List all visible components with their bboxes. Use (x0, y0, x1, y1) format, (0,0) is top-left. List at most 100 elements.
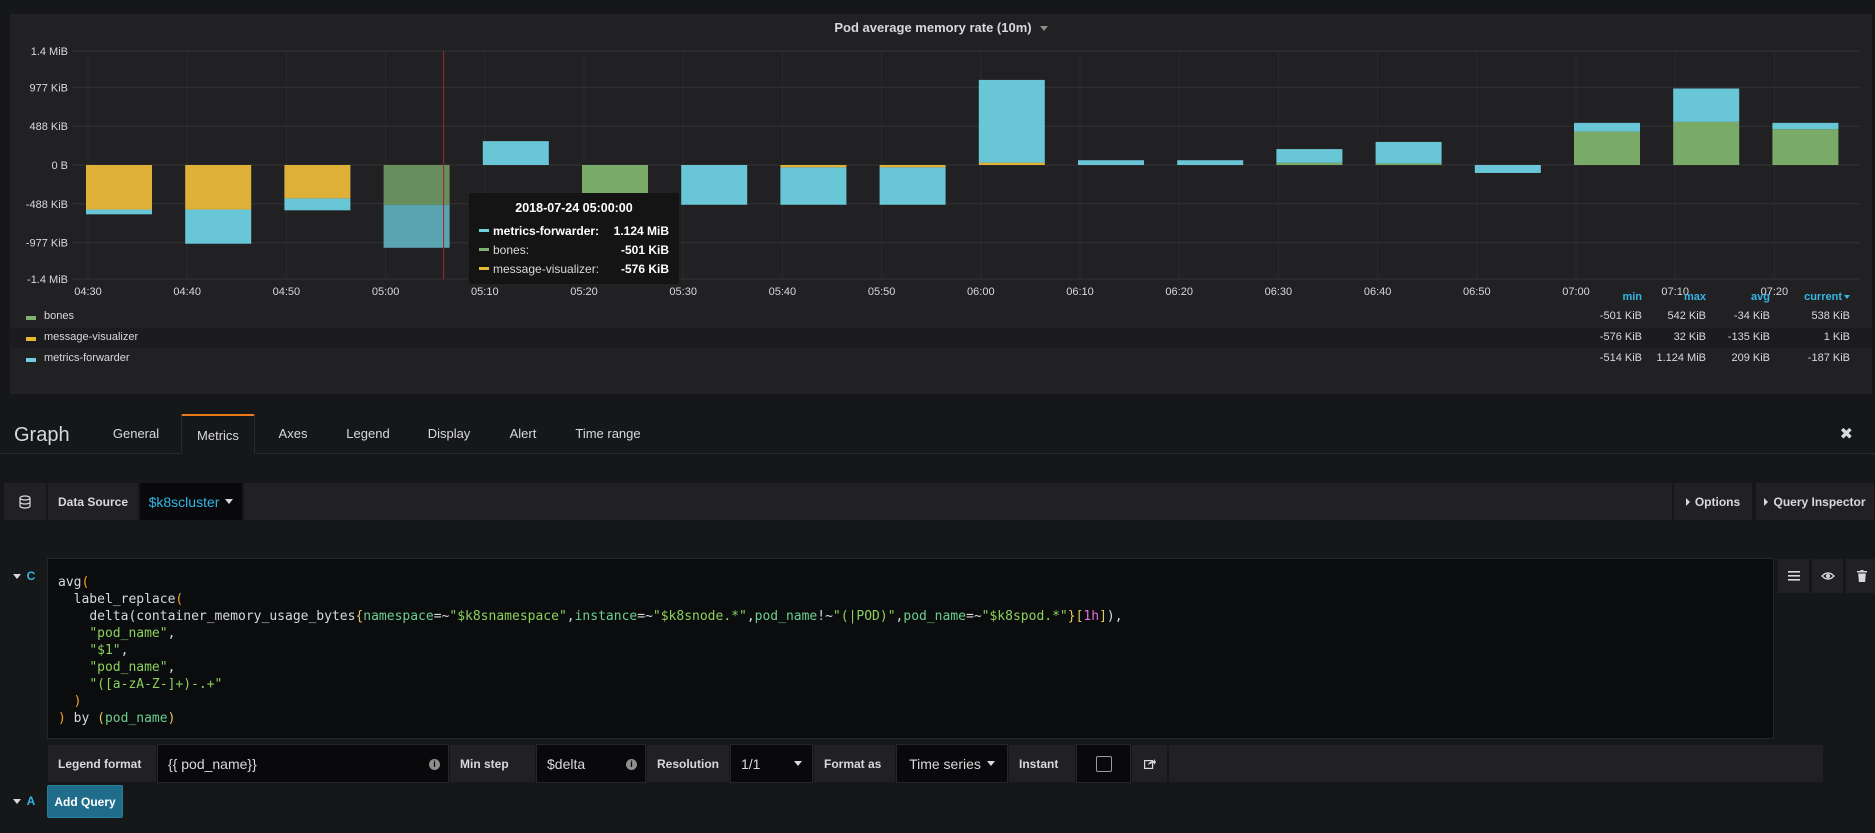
bar-bones[interactable] (383, 165, 450, 205)
legend-series-metrics-forwarder[interactable]: metrics-forwarder -514 KiB 1.124 MiB 209 Ki… (10, 349, 1872, 369)
bar-metrics-forwarder[interactable] (86, 209, 152, 215)
bar-metrics-forwarder[interactable] (383, 204, 450, 248)
add-query-button[interactable]: Add Query (47, 785, 123, 818)
bar-metrics-forwarder[interactable] (1772, 122, 1839, 130)
share-icon[interactable] (1131, 744, 1168, 783)
caret-down-icon (225, 499, 234, 504)
bar-message-visualizer[interactable] (86, 165, 152, 210)
instant-checkbox-wrap[interactable] (1076, 744, 1131, 783)
bar-metrics-forwarder[interactable] (681, 165, 748, 205)
legend-current-value: 538 KiB (1811, 310, 1850, 322)
legend-avg-value: -34 KiB (1733, 310, 1770, 322)
legend-max-value: 1.124 MiB (1656, 352, 1706, 364)
query-inspector-button[interactable]: Query Inspector (1755, 482, 1875, 521)
bar-metrics-forwarder[interactable] (284, 198, 351, 211)
bar-metrics-forwarder[interactable] (780, 167, 847, 205)
x-tick-label: 05:50 (868, 286, 896, 298)
bar-metrics-forwarder[interactable] (482, 141, 549, 165)
bar-metrics-forwarder[interactable] (1276, 149, 1343, 163)
legend-header-max[interactable]: max (1661, 291, 1706, 303)
x-axis: 04:30 04:40 04:50 05:00 05:10 05:20 05:30 05:40… (74, 286, 1788, 298)
series-swatch[interactable] (26, 337, 36, 341)
tooltip-row: message-visualizer: -576 KiB (479, 259, 669, 278)
tab-general[interactable]: General (100, 414, 172, 454)
bar-metrics-forwarder[interactable] (879, 167, 946, 205)
datasource-select[interactable]: $k8scluster (139, 482, 243, 521)
query-collapse-toggle[interactable]: C (4, 558, 44, 594)
chart-area[interactable]: 1.4 MiB 977 KiB 488 KiB 0 B -488 KiB -977 KiB… (10, 14, 1872, 304)
bar-metrics-forwarder[interactable] (978, 79, 1045, 163)
series-swatch[interactable] (26, 316, 36, 320)
x-tick-label: 04:50 (273, 286, 301, 298)
bar-bones[interactable] (1375, 163, 1442, 165)
series-swatch (479, 248, 489, 251)
options-filler (1168, 744, 1824, 783)
bar-message-visualizer[interactable] (978, 162, 1045, 165)
legend-series-bones[interactable]: bones -501 KiB 542 KiB -34 KiB 538 KiB (10, 307, 1872, 327)
eye-icon[interactable] (1811, 558, 1844, 594)
legend-series-name[interactable]: message-visualizer (44, 331, 138, 343)
legend-series-name[interactable]: metrics-forwarder (44, 352, 130, 364)
add-query-collapse-toggle[interactable]: A (4, 784, 44, 818)
y-tick-label: 488 KiB (29, 121, 68, 133)
bar-message-visualizer[interactable] (284, 165, 351, 199)
bar-metrics-forwarder[interactable] (1375, 141, 1442, 164)
y-axis: 1.4 MiB 977 KiB 488 KiB 0 B -488 KiB -977 KiB… (26, 46, 68, 286)
bar-metrics-forwarder[interactable] (1673, 88, 1740, 122)
legend-header-current[interactable]: current (1788, 291, 1850, 303)
bar-metrics-forwarder[interactable] (1078, 160, 1144, 165)
min-step-label: Min step (449, 744, 536, 783)
tooltip-series-value: -576 KiB (620, 261, 669, 276)
x-tick-label: 05:00 (372, 286, 400, 298)
format-as-select[interactable]: Time series (896, 744, 1008, 783)
legend-series-message-visualizer[interactable]: message-visualizer -576 KiB 32 KiB -135 KiB… (10, 328, 1872, 348)
legend-header-current-text: current (1804, 291, 1842, 303)
hamburger-menu-icon[interactable] (1777, 558, 1810, 594)
query-editor[interactable]: avg( label_replace( delta(container_memo… (47, 558, 1774, 739)
tab-metrics[interactable]: Metrics (181, 414, 255, 454)
instant-label: Instant (1008, 744, 1076, 783)
legend-header-avg[interactable]: avg (1725, 291, 1770, 303)
tooltip-row: metrics-forwarder: 1.124 MiB (479, 221, 669, 240)
bar-bones[interactable] (1276, 162, 1343, 165)
tooltip-series-value: 1.124 MiB (613, 223, 669, 238)
options-toggle[interactable]: Options (1673, 482, 1753, 521)
tab-time-range[interactable]: Time range (560, 414, 656, 454)
legend-format-input[interactable]: {{ pod_name}} i (157, 744, 449, 783)
info-icon[interactable]: i (429, 759, 440, 770)
trash-icon[interactable] (1845, 558, 1875, 594)
x-tick-label: 05:30 (669, 286, 697, 298)
close-icon[interactable]: ✖ (1840, 424, 1853, 444)
series-swatch[interactable] (26, 358, 36, 362)
instant-checkbox[interactable] (1095, 755, 1112, 772)
bar-message-visualizer[interactable] (185, 165, 252, 210)
bar-bones[interactable] (582, 165, 648, 196)
tab-legend[interactable]: Legend (334, 414, 402, 454)
tooltip-time: 2018-07-24 05:00:00 (515, 201, 633, 215)
add-query-ref-id: A (26, 794, 36, 808)
min-step-input[interactable]: $delta i (536, 744, 646, 783)
x-tick-label: 05:10 (471, 286, 499, 298)
x-tick-label: 05:20 (570, 286, 598, 298)
bar-metrics-forwarder[interactable] (1177, 160, 1244, 165)
bar-bones[interactable] (1574, 131, 1640, 165)
datasource-row: Data Source $k8scluster Options Query In… (3, 482, 1875, 521)
y-tick-label: -977 KiB (26, 238, 68, 250)
query-ref-id: C (26, 569, 36, 583)
bar-metrics-forwarder[interactable] (1474, 165, 1541, 173)
legend-header-min[interactable]: min (1597, 291, 1642, 303)
bar-message-visualizer[interactable] (879, 165, 946, 168)
legend-series-name[interactable]: bones (44, 310, 74, 322)
tab-display[interactable]: Display (412, 414, 486, 454)
info-icon[interactable]: i (626, 759, 637, 770)
graph-tooltip: 2018-07-24 05:00:00 metrics-forwarder: 1.… (469, 193, 679, 284)
bar-bones[interactable] (1772, 129, 1839, 165)
bar-metrics-forwarder[interactable] (1574, 122, 1640, 132)
tab-alert[interactable]: Alert (496, 414, 550, 454)
resolution-select[interactable]: 1/1 (730, 744, 813, 783)
bar-metrics-forwarder[interactable] (185, 209, 252, 244)
tab-axes[interactable]: Axes (262, 414, 324, 454)
bar-bones[interactable] (1673, 121, 1740, 165)
bar-message-visualizer[interactable] (780, 165, 847, 168)
panel-editor-header: Graph General Metrics Axes Legend Display Ale… (0, 414, 1875, 454)
